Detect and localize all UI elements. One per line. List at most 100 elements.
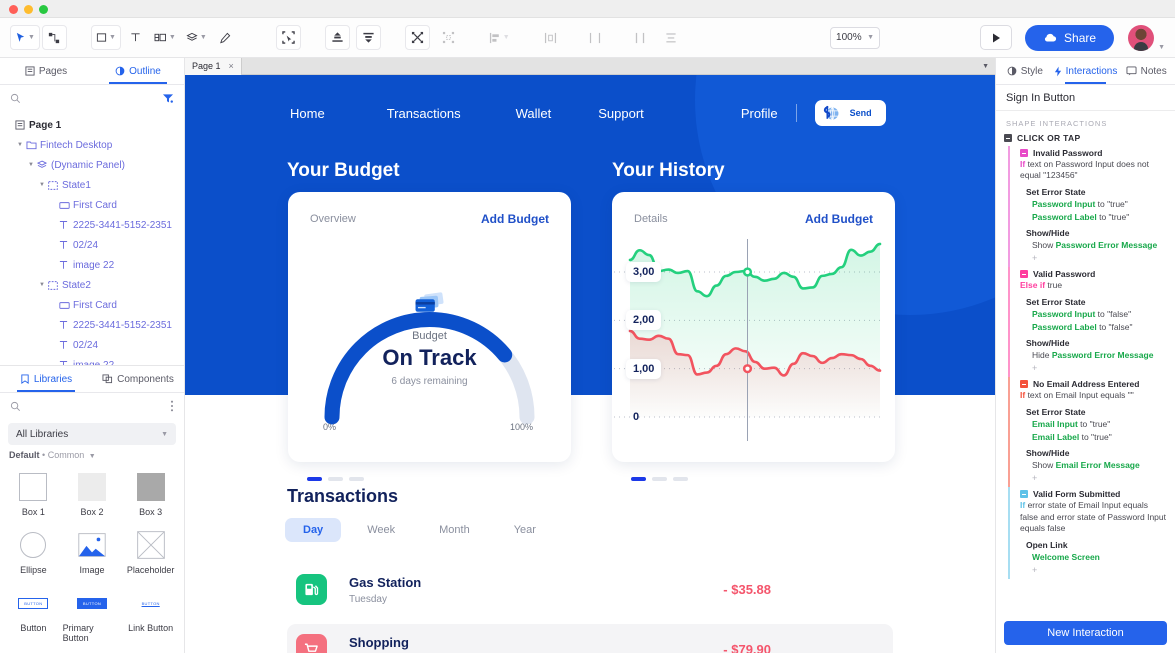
interaction-case[interactable]: Invalid Password If text on Password Inpu… — [1006, 146, 1175, 268]
disclosure-triangle-icon[interactable]: ▼ — [39, 182, 48, 188]
library-item-box-1[interactable]: Box 1 — [4, 465, 63, 523]
tab-notes[interactable]: Notes — [1117, 58, 1175, 84]
add-action-button[interactable]: + — [1020, 564, 1167, 577]
layers-tool-button[interactable]: ▼ — [182, 25, 211, 50]
connector-tool-button[interactable] — [41, 25, 67, 50]
share-button[interactable]: Share — [1025, 24, 1115, 51]
add-action-button[interactable]: + — [1020, 472, 1167, 485]
outline-row-state1[interactable]: ▼ State1 — [6, 175, 184, 195]
action-title[interactable]: Set Error State — [1020, 184, 1167, 198]
case-header[interactable]: Invalid Password — [1020, 148, 1167, 158]
case-header[interactable]: Valid Password — [1020, 269, 1167, 279]
interaction-case[interactable]: Valid Password Else if true Set Error Stat… — [1006, 267, 1175, 378]
chevron-down-icon[interactable]: ▼ — [89, 453, 96, 460]
library-item-ellipse[interactable]: Ellipse — [4, 523, 63, 581]
maximize-window-button[interactable] — [39, 5, 48, 14]
align-button[interactable]: ▼ — [485, 25, 514, 50]
filter-icon[interactable] — [162, 93, 174, 104]
send-button[interactable]: Send — [814, 100, 886, 126]
library-select[interactable]: All Libraries ▼ — [8, 423, 176, 445]
add-action-button[interactable]: + — [1020, 252, 1167, 265]
budget-add-budget-link[interactable]: Add Budget — [481, 212, 549, 226]
action-title[interactable]: Open Link — [1020, 537, 1167, 551]
outline-row-state2[interactable]: ▼ State2 — [6, 275, 184, 295]
close-icon[interactable]: × — [229, 61, 234, 71]
nav-link-support[interactable]: Support — [598, 106, 644, 121]
tab-style[interactable]: Style — [996, 58, 1054, 84]
distribute-horizontal-button[interactable] — [628, 25, 653, 50]
transactions-tab-week[interactable]: Week — [349, 518, 413, 542]
history-add-budget-link[interactable]: Add Budget — [805, 212, 873, 226]
carousel-dot[interactable] — [349, 477, 364, 481]
carousel-dot[interactable] — [328, 477, 343, 481]
user-avatar-menu[interactable]: ▼ — [1128, 24, 1165, 51]
tab-pages[interactable]: Pages — [0, 58, 92, 84]
case-header[interactable]: No Email Address Entered — [1020, 379, 1167, 389]
library-item-box-3[interactable]: Box 3 — [121, 465, 180, 523]
budget-carousel-dots[interactable] — [307, 477, 364, 481]
nav-link-profile[interactable]: Profile — [741, 106, 778, 121]
outline-row-2225-3441-5152-2351[interactable]: 2225-3441-5152-2351 — [6, 315, 184, 335]
library-item-primary-button[interactable]: BUTTON Primary Button — [63, 581, 122, 649]
transactions-tab-day[interactable]: Day — [285, 518, 342, 542]
action-title[interactable]: Show/Hide — [1020, 445, 1167, 459]
add-action-button[interactable]: + — [1020, 362, 1167, 375]
breadcrumb-default[interactable]: Default — [9, 450, 40, 460]
action-title[interactable]: Set Error State — [1020, 294, 1167, 308]
outline-row-02-24[interactable]: 02/24 — [6, 335, 184, 355]
action-title[interactable]: Show/Hide — [1020, 335, 1167, 349]
library-item-placeholder[interactable]: Placeholder — [121, 523, 180, 581]
outline-row-2225-3441-5152-2351[interactable]: 2225-3441-5152-2351 — [6, 215, 184, 235]
library-item-heading-3[interactable]: H3Heading 3 — [121, 649, 180, 653]
nav-link-transactions[interactable]: Transactions — [387, 106, 461, 121]
disclosure-triangle-icon[interactable]: ▼ — [39, 282, 48, 288]
collapse-icon[interactable] — [1020, 490, 1028, 499]
library-item-heading-2[interactable]: H2Heading 2 — [63, 649, 122, 653]
stack-button[interactable] — [659, 25, 684, 50]
minimize-window-button[interactable] — [24, 5, 33, 14]
tab-components[interactable]: Components — [92, 366, 184, 392]
search-icon[interactable] — [10, 93, 21, 104]
nav-link-home[interactable]: Home — [290, 106, 325, 121]
transactions-tab-year[interactable]: Year — [496, 518, 554, 542]
close-window-button[interactable] — [9, 5, 18, 14]
outline-row-dynamic-panel[interactable]: ▼ (Dynamic Panel) — [6, 155, 184, 175]
outline-row-02-24[interactable]: 02/24 — [6, 235, 184, 255]
library-item-heading-1[interactable]: H1Heading 1 — [4, 649, 63, 653]
send-to-back-button[interactable] — [355, 25, 381, 50]
outline-row-fintech-desktop[interactable]: ▼ Fintech Desktop — [6, 135, 184, 155]
interaction-case[interactable]: Valid Form Submitted If error state of Em… — [1006, 487, 1175, 579]
canvas-tab-page-1[interactable]: Page 1 × — [185, 58, 242, 75]
case-header[interactable]: Valid Form Submitted — [1020, 489, 1167, 499]
pen-tool-button[interactable] — [213, 25, 238, 50]
carousel-dot[interactable] — [652, 477, 667, 481]
group-button[interactable] — [404, 25, 430, 50]
breadcrumb-common[interactable]: Common — [48, 450, 85, 460]
library-item-link-button[interactable]: BUTTON Link Button — [121, 581, 180, 649]
action-title[interactable]: Set Error State — [1020, 404, 1167, 418]
carousel-dot[interactable] — [307, 477, 322, 481]
tab-interactions[interactable]: Interactions — [1054, 58, 1117, 84]
chevron-down-icon[interactable]: ▼ — [982, 63, 989, 70]
distribute-button[interactable] — [538, 25, 563, 50]
interaction-case[interactable]: No Email Address Entered If text on Email… — [1006, 377, 1175, 488]
cursor-tool-button[interactable]: ▼ — [10, 25, 40, 50]
disclosure-triangle-icon[interactable]: ▼ — [28, 162, 37, 168]
search-icon[interactable] — [10, 401, 21, 412]
outline-row-first-card[interactable]: First Card — [6, 195, 184, 215]
carousel-dot[interactable] — [631, 477, 646, 481]
library-item-box-2[interactable]: Box 2 — [63, 465, 122, 523]
event-click-or-tap[interactable]: CLICK OR TAP — [996, 132, 1175, 146]
select-area-tool-button[interactable] — [275, 25, 301, 50]
more-options-icon[interactable] — [170, 400, 174, 412]
align-center-button[interactable] — [583, 25, 608, 50]
text-tool-button[interactable] — [123, 25, 148, 50]
ungroup-button[interactable] — [436, 25, 461, 50]
transaction-row[interactable]: Gas Station Tuesday - $35.88 — [287, 564, 893, 614]
zoom-select[interactable]: 100% ▼ — [830, 26, 881, 49]
outline-row-page-1[interactable]: Page 1 — [6, 115, 184, 135]
rectangle-tool-button[interactable]: ▼ — [90, 25, 121, 50]
preview-button[interactable] — [980, 25, 1013, 50]
carousel-dot[interactable] — [673, 477, 688, 481]
action-title[interactable]: Show/Hide — [1020, 225, 1167, 239]
